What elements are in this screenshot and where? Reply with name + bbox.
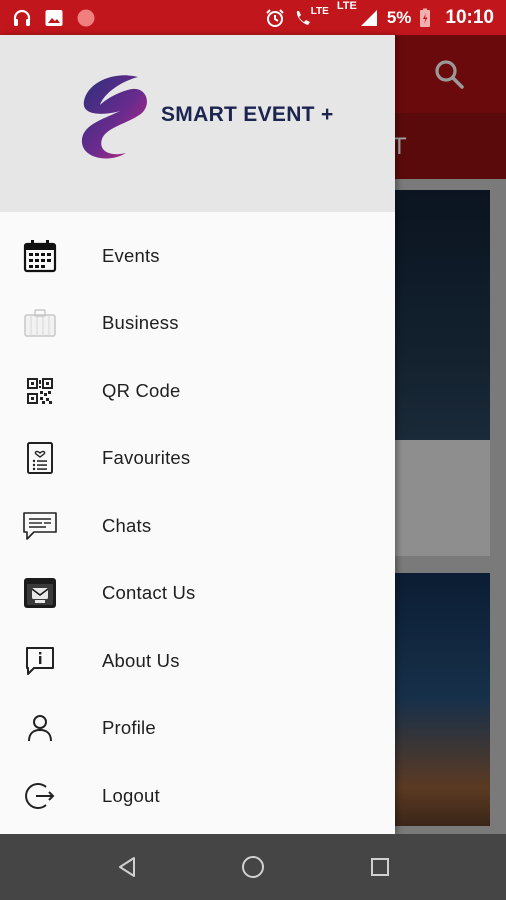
calendar-icon <box>22 238 58 274</box>
navigation-drawer: SMART EVENT + Events Business QR Code Fa… <box>0 35 395 834</box>
briefcase-icon <box>22 305 58 341</box>
signal-icon: LTE <box>337 0 379 28</box>
record-icon <box>77 9 95 26</box>
clock: 10:10 <box>445 6 494 28</box>
menu-item-label: Favourites <box>102 447 191 469</box>
headset-icon <box>13 9 31 26</box>
info-message-icon <box>22 643 58 679</box>
system-navigation-bar <box>0 834 506 900</box>
drawer-menu: Events Business QR Code Favourites Chats… <box>0 222 395 830</box>
home-icon[interactable] <box>237 851 269 883</box>
menu-item-profile[interactable]: Profile <box>0 695 395 763</box>
menu-item-label: Contact Us <box>102 582 196 604</box>
menu-item-favourites[interactable]: Favourites <box>0 425 395 493</box>
app-name: SMART EVENT + <box>161 103 334 126</box>
menu-item-label: Business <box>102 312 179 334</box>
qr-code-icon <box>22 373 58 409</box>
menu-item-logout[interactable]: Logout <box>0 762 395 830</box>
menu-item-label: Chats <box>102 514 152 536</box>
back-icon[interactable] <box>111 851 143 883</box>
volte-call-icon: LTE <box>293 6 329 28</box>
image-icon <box>45 9 63 26</box>
menu-item-label: Logout <box>102 784 160 806</box>
recents-icon[interactable] <box>364 851 396 883</box>
menu-item-business[interactable]: Business <box>0 290 395 358</box>
smart-event-logo <box>81 75 147 159</box>
menu-item-about-us[interactable]: About Us <box>0 627 395 695</box>
chat-bubble-icon <box>22 508 58 544</box>
menu-item-label: QR Code <box>102 379 181 401</box>
battery-percent: 5% <box>386 7 412 27</box>
logout-icon <box>22 778 58 814</box>
menu-item-qr-code[interactable]: QR Code <box>0 357 395 425</box>
menu-item-contact-us[interactable]: Contact Us <box>0 560 395 628</box>
menu-item-events[interactable]: Events <box>0 222 395 290</box>
battery-icon <box>420 8 431 27</box>
menu-item-label: Events <box>102 244 160 266</box>
menu-item-label: About Us <box>102 649 180 671</box>
status-bar: LTE LTE 5% 10:10 <box>0 0 506 35</box>
menu-item-chats[interactable]: Chats <box>0 492 395 560</box>
user-icon <box>22 710 58 746</box>
drawer-header: SMART EVENT + <box>0 35 395 212</box>
search-icon <box>435 60 464 89</box>
menu-item-label: Profile <box>102 717 156 739</box>
alarm-icon <box>265 8 284 27</box>
contact-window-icon <box>22 575 58 611</box>
favourites-list-icon <box>22 440 58 476</box>
background-card-image <box>380 573 490 826</box>
background-card-image <box>380 190 490 440</box>
